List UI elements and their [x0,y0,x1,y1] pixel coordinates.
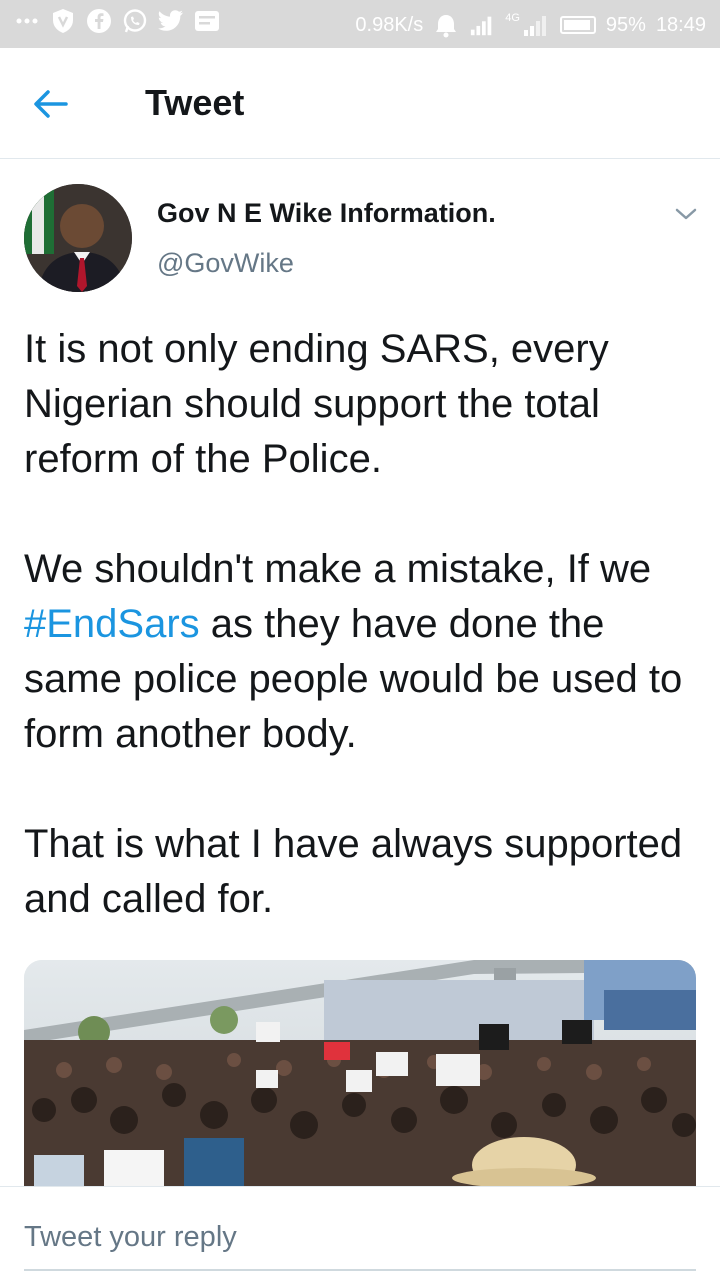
author-name[interactable]: Gov N E Wike Information. [157,198,496,229]
reply-input[interactable]: Tweet your reply [24,1217,696,1271]
network-badge: 4G [505,12,520,24]
top-app-bar: Tweet [0,48,720,159]
author-handle[interactable]: @GovWike [157,248,294,279]
vpn-shield-icon [50,8,76,34]
reply-bar: Tweet your reply [0,1186,720,1281]
tweet-text: It is not only ending SARS, every Nigeri… [24,322,704,927]
signal-4g-indicator: 4G [505,13,550,37]
tweet-paragraph-3: That is what I have always supported and… [24,822,683,921]
network-speed: 0.98K/s [355,13,424,36]
reply-placeholder: Tweet your reply [24,1221,237,1253]
hashtag-link[interactable]: #EndSars [24,602,200,646]
tweet-paragraph-1: It is not only ending SARS, every Nigeri… [24,327,609,481]
tweet-menu-button[interactable] [672,202,700,226]
message-icon [194,8,220,34]
clock: 18:49 [655,13,706,36]
facebook-icon [86,8,112,34]
whatsapp-icon [122,8,148,34]
alarm-icon [433,12,459,38]
tweet-media-image[interactable] [24,960,696,1186]
battery-icon [559,16,596,34]
status-bar: 0.98K/s 4G 95% 18:49 [0,0,720,48]
avatar[interactable] [24,184,132,292]
tweet-paragraph-2: We shouldn't make a mistake, If we #EndS… [24,542,704,762]
protest-crowd-photo [24,960,696,1186]
twitter-bird-icon [158,8,184,34]
chevron-down-icon [675,208,697,220]
tweet-paragraph-2-start: We shouldn't make a mistake, If we [24,547,652,591]
back-button[interactable] [30,84,80,124]
page-title: Tweet [145,82,245,123]
battery-level: 95% [605,13,646,36]
signal-icon [469,12,495,38]
signal-4g-icon [523,16,546,36]
profile-photo [24,184,132,292]
more-dots-icon [14,8,40,34]
back-arrow-icon [34,90,68,118]
